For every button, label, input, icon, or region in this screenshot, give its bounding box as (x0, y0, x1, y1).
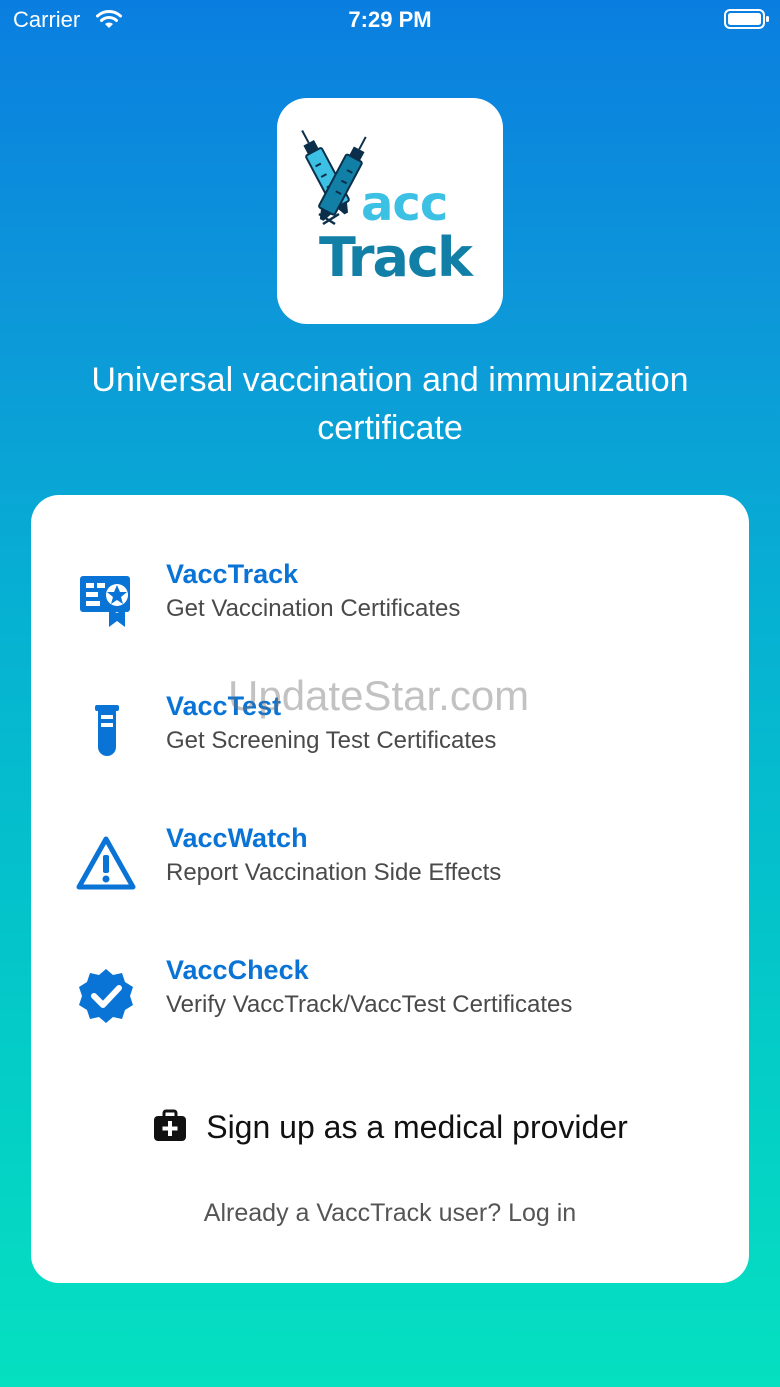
certificate-badge-icon (80, 576, 130, 627)
feature-vacctrack[interactable]: VaccTrack Get Vaccination Certificates (31, 559, 749, 659)
tagline: Universal vaccination and immunization c… (91, 361, 689, 447)
feature-title: VaccCheck (166, 955, 309, 985)
feature-vacccheck[interactable]: VaccCheck Verify VaccTrack/VaccTest Cert… (31, 955, 749, 1055)
login-link[interactable]: Already a VaccTrack user? Log in (31, 1199, 749, 1228)
signup-medical-provider-button[interactable]: Sign up as a medical provider (31, 1105, 749, 1149)
verified-badge-icon (79, 969, 133, 1023)
feature-subtitle: Report Vaccination Side Effects (166, 859, 502, 886)
feature-subtitle: Get Vaccination Certificates (166, 595, 461, 622)
feature-subtitle: Get Screening Test Certificates (166, 727, 497, 754)
feature-subtitle: Verify VaccTrack/VaccTest Certificates (166, 991, 573, 1018)
medical-kit-icon (154, 1109, 187, 1141)
warning-triangle-icon (76, 836, 136, 890)
battery-icon (724, 9, 769, 29)
logo-text-acc: acc (361, 176, 448, 232)
signup-content: Sign up as a medical provider (152, 1105, 628, 1149)
feature-title: VaccTrack (166, 559, 299, 589)
logo-text-track: Track (319, 226, 473, 289)
status-time: 7:29 PM (348, 7, 432, 32)
feature-title: VaccWatch (166, 823, 308, 853)
status-bar: Carrier 7:29 PM (0, 0, 780, 42)
feature-vacctest[interactable]: VaccTest Get Screening Test Certificates (31, 691, 749, 791)
feature-title: VaccTest (166, 691, 282, 721)
options-card: VaccTrack Get Vaccination Certificates V… (31, 495, 749, 1283)
test-tube-icon (95, 705, 119, 756)
app-logo: acc Track (277, 98, 503, 324)
feature-vaccwatch[interactable]: VaccWatch Report Vaccination Side Effect… (31, 823, 749, 923)
signup-label: Sign up as a medical provider (206, 1109, 628, 1145)
